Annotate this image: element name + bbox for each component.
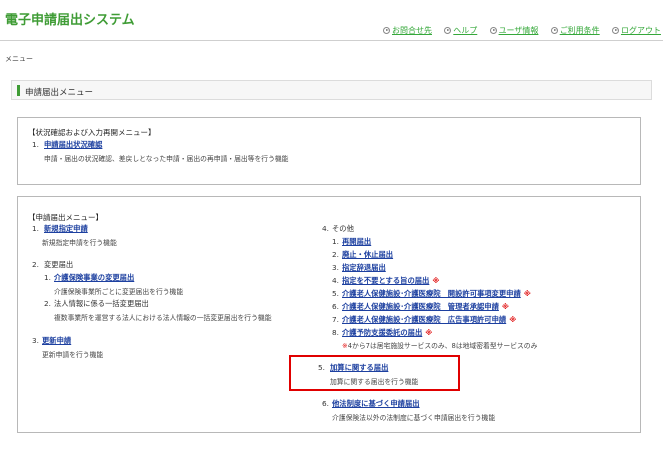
new-designation-link[interactable]: 新規指定申請 (44, 224, 88, 234)
nav-help-label[interactable]: ヘルプ (453, 25, 477, 36)
item-number: 5. (332, 289, 339, 298)
closure-suspension-link[interactable]: 廃止・休止届出 (342, 250, 393, 260)
section-title: 申請届出メニュー (25, 88, 94, 98)
item-number: 6. (332, 302, 339, 311)
item-number: 4. (322, 224, 329, 233)
designation-unnecessary-link[interactable]: 指定を不要とする旨の届出 ※ (342, 276, 439, 286)
item-number: 2. (332, 250, 339, 259)
app-title: 電子申請届出システム (5, 13, 135, 28)
item-number: 1. (44, 273, 51, 282)
item-number: 1. (332, 237, 339, 246)
section-accent-bar (17, 85, 20, 96)
manager-approval-label[interactable]: 介護老人保健施設･介護医療院 管理者承認申請 (342, 302, 499, 311)
status-menu-title: 【状況確認および入力再開メニュー】 (28, 128, 156, 137)
corporate-bulk-change-item: 法人情報に係る一括変更届出 (54, 299, 149, 308)
item-number: 2. (44, 299, 51, 308)
new-designation-desc: 新規指定申請を行う機能 (42, 239, 117, 247)
highlight-box (289, 355, 460, 391)
item-number: 7. (332, 315, 339, 324)
nav-user-info-label[interactable]: ユーザ情報 (499, 25, 539, 36)
footnote-text: 4から7は居宅施設サービスのみ、8は地域密着型サービスのみ (347, 342, 538, 350)
nav-terms-label[interactable]: ご利用条件 (560, 25, 600, 36)
insurance-change-desc: 介護保険事業所ごとに変更届出を行う機能 (54, 288, 184, 296)
breadcrumb: メニュー (5, 55, 33, 63)
nav-help[interactable]: ヘルプ (444, 25, 477, 36)
advertising-permit-label[interactable]: 介護老人保健施設･介護医療院 広告事項許可申請 (342, 315, 506, 324)
designation-unnecessary-label[interactable]: 指定を不要とする旨の届出 (342, 276, 429, 285)
arrow-circle-icon (611, 26, 619, 34)
note-mark: ※ (501, 302, 509, 311)
insurance-change-link[interactable]: 介護保険事業の変更届出 (54, 273, 134, 283)
status-menu-box: 【状況確認および入力再開メニュー】 1. 申請届出状況確認 申請・届出の状況確認… (17, 117, 641, 185)
arrow-circle-icon (444, 26, 452, 34)
renewal-application-link[interactable]: 更新申請 (42, 336, 71, 346)
item-number: 8. (332, 328, 339, 337)
nav-terms[interactable]: ご利用条件 (550, 25, 600, 36)
item-number: 1. (32, 224, 39, 233)
nav-contact-label[interactable]: お問合せ先 (392, 25, 432, 36)
top-nav: お問合せ先 ヘルプ ユーザ情報 ご利用条件 ログアウト (383, 24, 661, 36)
section-header: 申請届出メニュー (11, 80, 652, 100)
status-item-number: 1. (32, 140, 39, 149)
note-mark: ※ (523, 289, 531, 298)
arrow-circle-icon (550, 26, 558, 34)
item-number: 3. (332, 263, 339, 272)
prevention-support-label[interactable]: 介護予防支援委託の届出 (342, 328, 422, 337)
item-number: 2. (32, 260, 39, 269)
opening-permit-change-link[interactable]: 介護老人保健施設･介護医療院 開設許可事項変更申請 ※ (342, 289, 531, 299)
item-number: 3. (32, 336, 39, 345)
item-number: 4. (332, 276, 339, 285)
note-mark: ※ (432, 276, 440, 285)
renewal-application-desc: 更新申請を行う機能 (42, 351, 104, 359)
nav-user-info[interactable]: ユーザ情報 (489, 25, 539, 36)
manager-approval-link[interactable]: 介護老人保健施設･介護医療院 管理者承認申請 ※ (342, 302, 509, 312)
status-check-desc: 申請・届出の状況確認、差戻しとなった申請・届出の再申請・届出等を行う機能 (44, 155, 289, 163)
others-heading: その他 (332, 224, 354, 233)
nav-logout-label[interactable]: ログアウト (621, 25, 661, 36)
prevention-support-link[interactable]: 介護予防支援委託の届出 ※ (342, 328, 432, 338)
header-divider (0, 40, 663, 41)
arrow-circle-icon (383, 26, 390, 34)
application-menu-box: 【申請届出メニュー】 1. 新規指定申請 新規指定申請を行う機能 2. 変更届出… (17, 196, 641, 433)
item-number: 6. (322, 399, 329, 408)
footnote: ※4から7は居宅施設サービスのみ、8は地域密着型サービスのみ (342, 340, 537, 350)
designation-withdrawal-link[interactable]: 指定辞退届出 (342, 263, 386, 273)
change-notice-heading: 変更届出 (44, 260, 74, 269)
other-law-application-link[interactable]: 他法制度に基づく申請届出 (332, 399, 420, 409)
reopen-notice-link[interactable]: 再開届出 (342, 237, 371, 247)
advertising-permit-link[interactable]: 介護老人保健施設･介護医療院 広告事項許可申請 ※ (342, 315, 516, 325)
status-check-link[interactable]: 申請届出状況確認 (44, 140, 102, 150)
arrow-circle-icon (489, 26, 497, 34)
other-law-application-desc: 介護保険法以外の法制度に基づく申請届出を行う機能 (332, 414, 496, 422)
application-menu-title: 【申請届出メニュー】 (28, 213, 103, 222)
note-mark: ※ (425, 328, 433, 337)
nav-contact[interactable]: お問合せ先 (383, 25, 432, 36)
note-mark: ※ (509, 315, 517, 324)
opening-permit-change-label[interactable]: 介護老人保健施設･介護医療院 開設許可事項変更申請 (342, 289, 521, 298)
corporate-bulk-change-desc: 複数事業所を運営する法人における法人情報の一括変更届出を行う機能 (54, 314, 272, 322)
nav-logout[interactable]: ログアウト (611, 25, 661, 36)
